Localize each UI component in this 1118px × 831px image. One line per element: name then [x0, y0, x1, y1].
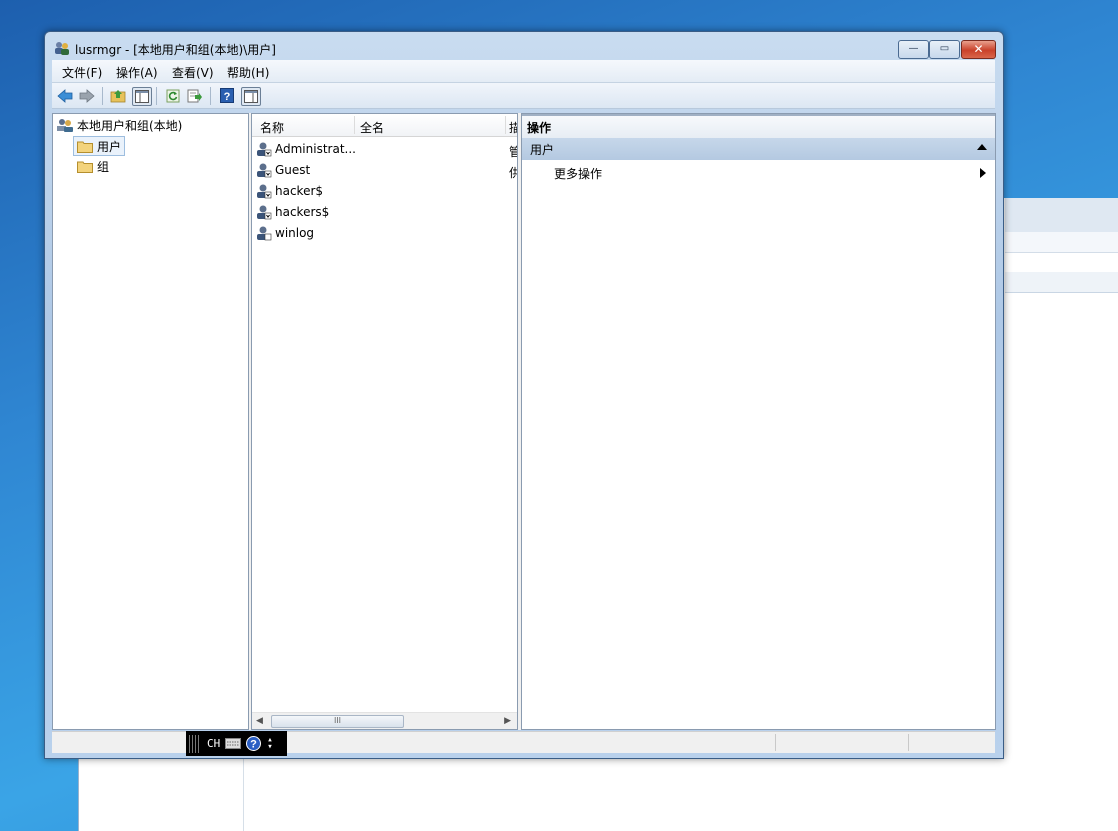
user-icon: [257, 184, 272, 199]
list-item[interactable]: hackers$: [256, 202, 329, 222]
export-list-button[interactable]: [186, 87, 204, 104]
tree-root-label: 本地用户和组(本地): [77, 118, 183, 133]
up-folder-icon: [110, 89, 126, 102]
scroll-grip-icon: III: [333, 716, 342, 725]
maximize-icon: ▭: [939, 43, 950, 54]
folder-icon: [77, 161, 93, 173]
user-name: Guest: [275, 163, 311, 177]
toolbar-separator: [102, 87, 103, 105]
user-name: Administrat...: [275, 142, 356, 156]
user-name: hackers$: [275, 205, 330, 219]
list-item[interactable]: Administrat...: [256, 139, 356, 159]
lusrmgr-window: lusrmgr - [本地用户和组(本地)\用户] — ▭ ✕ 文件(F) 操作…: [44, 31, 1004, 759]
user-icon: [257, 163, 272, 178]
drag-handle-icon[interactable]: [189, 734, 199, 753]
back-arrow-icon: [57, 88, 73, 103]
users-app-icon: [55, 42, 69, 55]
user-description-clipped: 供: [509, 166, 517, 180]
folder-icon: [77, 141, 93, 153]
scroll-right-icon[interactable]: ▶: [504, 716, 511, 726]
show-hide-action-pane-button[interactable]: [241, 87, 261, 106]
menu-view[interactable]: 查看(V): [172, 64, 214, 81]
toolbar-separator: [210, 87, 211, 105]
background-window-strip: [1005, 232, 1118, 253]
menu-bar: 文件(F) 操作(A) 查看(V) 帮助(H): [52, 60, 995, 83]
list-item[interactable]: Guest: [256, 160, 310, 180]
action-section-label: 用户: [530, 143, 555, 157]
column-header-description[interactable]: 描: [509, 119, 517, 136]
up-level-button[interactable]: [109, 87, 127, 104]
help-button[interactable]: ?: [218, 87, 236, 104]
submenu-arrow-icon[interactable]: [980, 168, 986, 178]
action-pane: 操作 用户 更多操作: [521, 113, 996, 730]
list-item[interactable]: hacker$: [256, 181, 323, 201]
help-icon: ?: [220, 88, 234, 103]
svg-text:?: ?: [224, 91, 231, 103]
forward-arrow-icon: [79, 88, 95, 103]
user-icon: [257, 205, 272, 220]
background-window-header: [1005, 198, 1118, 233]
help-icon[interactable]: ?: [246, 736, 262, 751]
tree-root[interactable]: 本地用户和组(本地): [57, 116, 182, 134]
tree-item-groups[interactable]: 组: [77, 157, 109, 175]
user-icon: [257, 142, 272, 157]
window-title: lusrmgr - [本地用户和组(本地)\用户]: [75, 43, 276, 57]
action-pane-header: 操作: [522, 114, 995, 139]
console-client-area: 本地用户和组(本地) 用户 组 名称 全名 描 Administrat... 管…: [52, 113, 996, 730]
column-divider[interactable]: [354, 116, 355, 134]
export-list-icon: [187, 89, 202, 102]
background-window-strip: [1005, 272, 1118, 293]
user-list-pane: 名称 全名 描 Administrat... 管 Guest 供 hacker$: [251, 113, 518, 730]
minimize-button[interactable]: —: [898, 40, 929, 59]
ime-language-bar[interactable]: CH ? ▴ ▾: [186, 731, 287, 756]
user-name: hacker$: [275, 184, 324, 198]
column-divider[interactable]: [505, 116, 506, 134]
forward-button[interactable]: [78, 87, 96, 104]
horizontal-scrollbar[interactable]: ◀ III ▶: [252, 712, 517, 729]
more-actions-item[interactable]: 更多操作: [554, 165, 602, 182]
collapse-arrow-icon[interactable]: [977, 144, 987, 150]
user-icon: [257, 226, 272, 241]
maximize-button[interactable]: ▭: [929, 40, 960, 59]
back-button[interactable]: [56, 87, 74, 104]
action-pane-title: 操作: [527, 121, 552, 135]
title-bar[interactable]: lusrmgr - [本地用户和组(本地)\用户] — ▭ ✕: [45, 32, 1003, 60]
user-name: winlog: [275, 226, 315, 240]
tree-item-users-label: 用户: [97, 139, 122, 154]
refresh-icon: [166, 89, 180, 102]
minimize-icon: —: [908, 43, 919, 54]
column-header-fullname[interactable]: 全名: [360, 119, 384, 136]
user-description-clipped: 管: [509, 145, 517, 159]
status-divider: [775, 734, 776, 751]
list-header: 名称 全名 描: [252, 114, 517, 137]
users-groups-icon: [57, 119, 73, 132]
background-window-divider: [243, 758, 244, 831]
refresh-button[interactable]: [164, 87, 182, 104]
status-divider: [908, 734, 909, 751]
show-hide-tree-button[interactable]: [132, 87, 152, 106]
svg-text:?: ?: [250, 739, 257, 751]
toolbar-separator: [156, 87, 157, 105]
tree-pane: 本地用户和组(本地) 用户 组: [52, 113, 249, 730]
menu-help[interactable]: 帮助(H): [227, 64, 269, 81]
options-menu-icon[interactable]: ▴ ▾: [267, 735, 272, 751]
scroll-left-icon[interactable]: ◀: [256, 716, 263, 726]
scroll-thumb[interactable]: III: [271, 715, 404, 728]
show-hide-action-pane-icon: [244, 90, 258, 103]
close-icon: ✕: [973, 42, 984, 56]
menu-file[interactable]: 文件(F): [62, 64, 102, 81]
tree-item-groups-label: 组: [97, 159, 110, 174]
show-hide-tree-icon: [135, 90, 149, 103]
list-item[interactable]: winlog: [256, 223, 314, 243]
keyboard-icon[interactable]: [225, 738, 242, 749]
tree-item-users[interactable]: 用户: [73, 136, 126, 156]
toolbar: ?: [52, 83, 995, 109]
action-section-users[interactable]: 用户: [522, 138, 995, 160]
column-header-name[interactable]: 名称: [260, 119, 284, 136]
close-button[interactable]: ✕: [961, 40, 996, 59]
ime-language-label[interactable]: CH: [207, 737, 220, 750]
menu-action[interactable]: 操作(A): [116, 64, 158, 81]
